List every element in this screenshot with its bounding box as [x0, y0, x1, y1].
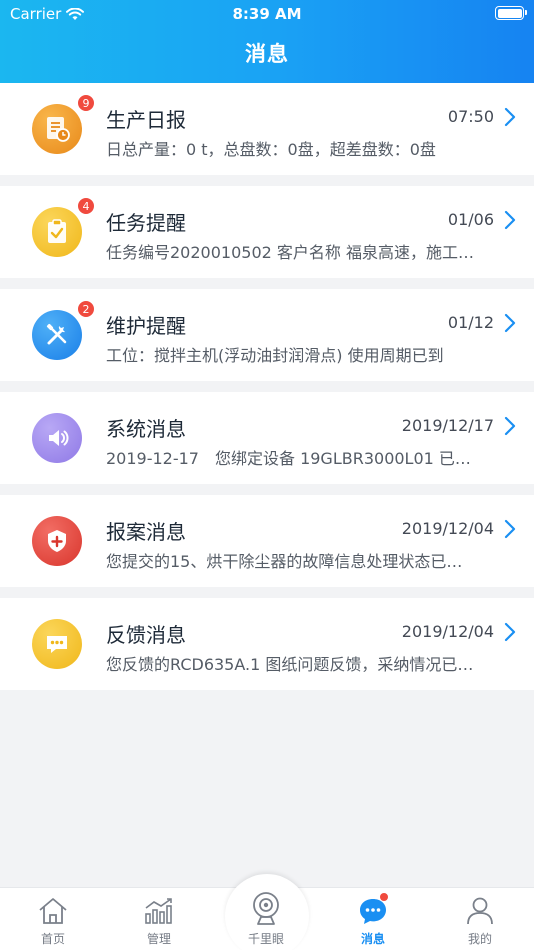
- message-preview: 日总产量：0 t，总盘数：0盘，超差盘数：0盘: [106, 140, 436, 159]
- message-title: 报案消息: [106, 520, 186, 544]
- tab-profile[interactable]: 我的: [427, 888, 533, 950]
- chat-bubble-icon: [32, 619, 82, 669]
- tab-label: 首页: [40, 932, 65, 946]
- page-title: 消息: [245, 42, 289, 66]
- message-icon-wrap: 9: [32, 93, 96, 154]
- chevron-right-icon: [504, 622, 516, 642]
- tab-messages[interactable]: 消息: [320, 888, 426, 950]
- message-item-incident-report[interactable]: 报案消息 您提交的15、烘干除尘器的故障信息处理状态已更新 2019/12/04: [0, 495, 534, 587]
- notification-dot: [380, 893, 388, 901]
- message-icon-wrap: 4: [32, 196, 96, 257]
- header: Carrier 8:39 AM 消息: [0, 0, 534, 83]
- message-item-daily-report[interactable]: 9 生产日报 日总产量：0 t，总盘数：0盘，超差盘数：0盘 07:50: [0, 83, 534, 175]
- message-icon-wrap: [32, 413, 82, 463]
- chevron-right-icon: [504, 210, 516, 230]
- profile-icon: [467, 897, 493, 925]
- message-time: 2019/12/04: [401, 622, 494, 641]
- message-preview: 工位：搅拌主机(浮动油封润滑点) 使用周期已到: [106, 346, 444, 365]
- message-preview: 任务编号2020010502 客户名称 福泉高速，施工部位: [106, 243, 476, 262]
- message-title: 维护提醒: [106, 314, 186, 338]
- tab-camera[interactable]: 千里眼: [213, 888, 319, 950]
- tab-label: 管理: [146, 932, 171, 946]
- message-list: 9 生产日报 日总产量：0 t，总盘数：0盘，超差盘数：0盘 07:50 4 任…: [0, 83, 534, 701]
- message-title: 系统消息: [106, 417, 186, 441]
- message-title: 生产日报: [106, 108, 186, 132]
- tab-home[interactable]: 首页: [0, 888, 106, 950]
- status-bar: Carrier 8:39 AM: [0, 0, 534, 28]
- daily-report-icon: [32, 104, 82, 154]
- message-item-task-reminder[interactable]: 4 任务提醒 任务编号2020010502 客户名称 福泉高速，施工部位 01/…: [0, 186, 534, 278]
- message-preview: 您反馈的RCD635A.1 图纸问题反馈，采纳情况已更新: [106, 655, 476, 674]
- tab-label: 千里眼: [247, 932, 284, 946]
- message-time: 01/12: [447, 313, 494, 332]
- unread-badge: 4: [76, 196, 96, 216]
- shield-plus-icon: [32, 516, 82, 566]
- battery-icon: [495, 6, 527, 20]
- message-title: 反馈消息: [106, 623, 186, 647]
- message-item-system[interactable]: 系统消息 2019-12-17 您绑定设备 19GLBR3000L01 已上线 …: [0, 392, 534, 484]
- message-icon-wrap: [32, 619, 82, 669]
- message-title: 任务提醒: [106, 211, 186, 235]
- clock: 8:39 AM: [232, 5, 302, 23]
- camera-icon: [253, 892, 279, 925]
- message-time: 01/06: [447, 210, 494, 229]
- home-icon: [39, 898, 67, 924]
- maintenance-tools-icon: [32, 310, 82, 360]
- chevron-right-icon: [504, 519, 516, 539]
- chevron-right-icon: [504, 416, 516, 436]
- speaker-icon: [32, 413, 82, 463]
- chart-icon: [145, 898, 172, 924]
- tab-label: 我的: [467, 932, 492, 946]
- message-item-feedback[interactable]: 反馈消息 您反馈的RCD635A.1 图纸问题反馈，采纳情况已更新 2019/1…: [0, 598, 534, 690]
- task-clipboard-icon: [32, 207, 82, 257]
- tab-manage[interactable]: 管理: [106, 888, 212, 950]
- unread-badge: 2: [76, 299, 96, 319]
- chevron-right-icon: [504, 313, 516, 333]
- message-preview: 2019-12-17 您绑定设备 19GLBR3000L01 已上线: [106, 449, 476, 468]
- message-preview: 您提交的15、烘干除尘器的故障信息处理状态已更新: [106, 552, 476, 571]
- message-time: 2019/12/17: [401, 416, 494, 435]
- message-item-maintenance-reminder[interactable]: 2 维护提醒 工位：搅拌主机(浮动油封润滑点) 使用周期已到 01/12: [0, 289, 534, 381]
- message-time: 2019/12/04: [401, 519, 494, 538]
- chevron-right-icon: [504, 107, 516, 127]
- message-icon-wrap: [32, 516, 82, 566]
- message-icon-wrap: 2: [32, 299, 96, 360]
- tab-bar: 首页 管理 千里眼 消息 我的: [0, 874, 534, 950]
- unread-badge: 9: [76, 93, 96, 113]
- tab-label: 消息: [360, 932, 385, 946]
- message-time: 07:50: [447, 107, 494, 126]
